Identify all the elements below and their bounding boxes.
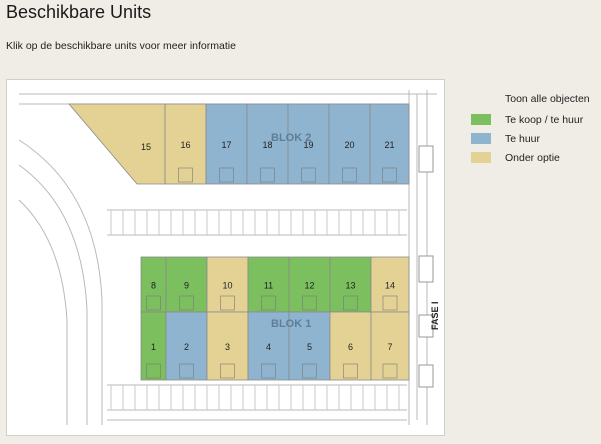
unit-18[interactable]: 18 (246, 103, 289, 185)
unit-number: 15 (141, 142, 151, 152)
unit-number: 20 (344, 140, 354, 150)
legend-label: Te koop / te huur (505, 113, 584, 126)
unit-number: 12 (304, 281, 314, 291)
legend-label: Te huur (505, 132, 541, 145)
legend: Toon alle objecten Te koop / te huur Te … (471, 93, 597, 167)
unit-number: 5 (307, 342, 312, 352)
unit-number: 4 (266, 342, 271, 352)
unit-11[interactable]: 11 (247, 256, 290, 313)
unit-number: 21 (384, 140, 394, 150)
unit-14[interactable]: 14 (370, 256, 410, 313)
unit-3[interactable]: 3 (206, 311, 249, 381)
unit-12[interactable]: 12 (288, 256, 331, 313)
unit-16[interactable]: 16 (164, 103, 207, 185)
unit-2[interactable]: 2 (165, 311, 208, 381)
unit-number: 7 (387, 342, 392, 352)
legend-item-onder-optie[interactable]: Onder optie (471, 148, 597, 167)
unit-9[interactable]: 9 (165, 256, 208, 313)
legend-swatch (471, 133, 491, 144)
unit-number: 16 (180, 140, 190, 150)
unit-20[interactable]: 20 (328, 103, 371, 185)
unit-21[interactable]: 21 (369, 103, 410, 185)
unit-19[interactable]: 19 (287, 103, 330, 185)
page-title: Beschikbare Units (6, 2, 152, 22)
unit-1[interactable]: 1 (140, 311, 167, 381)
unit-number: 1 (151, 342, 156, 352)
legend-title-show-all[interactable]: Toon alle objecten (505, 93, 597, 105)
unit-number: 3 (225, 342, 230, 352)
legend-swatch (471, 152, 491, 163)
blok-1-label: BLOK 1 (271, 318, 311, 330)
fase-label: FASE I (430, 301, 440, 330)
unit-number: 2 (184, 342, 189, 352)
unit-number: 14 (385, 281, 395, 291)
legend-item-te-koop-te-huur[interactable]: Te koop / te huur (471, 110, 597, 129)
unit-10[interactable]: 10 (206, 256, 249, 313)
unit-number: 11 (264, 281, 273, 291)
detail-elements (418, 145, 434, 388)
unit-6[interactable]: 6 (329, 311, 372, 381)
blok-2-label: BLOK 2 (271, 132, 311, 144)
unit-8[interactable]: 8 (140, 256, 167, 313)
unit-13[interactable]: 13 (329, 256, 372, 313)
unit-15[interactable]: 15 (68, 103, 166, 185)
legend-swatch (471, 114, 491, 125)
unit-number: 17 (221, 140, 231, 150)
unit-number: 8 (151, 281, 156, 291)
unit-7[interactable]: 7 (370, 311, 410, 381)
legend-item-te-huur[interactable]: Te huur (471, 129, 597, 148)
unit-17[interactable]: 17 (205, 103, 248, 185)
site-plan: 15 16 17 18 19 20 21 8 9 10 11 12 13 14 1 2 3 4 5 6 7 BLOK 2… (6, 79, 445, 436)
unit-number: 6 (348, 342, 353, 352)
unit-number: 13 (345, 281, 355, 291)
unit-number: 10 (222, 281, 232, 291)
page-subtitle: Klik op de beschikbare units voor meer i… (6, 40, 236, 52)
unit-number: 9 (184, 281, 189, 291)
legend-label: Onder optie (505, 151, 560, 164)
site-plan-drawing: 15 16 17 18 19 20 218 9 10 11 12 13 141 2 3 4 5 6 7 BLOK 2… (18, 90, 440, 425)
